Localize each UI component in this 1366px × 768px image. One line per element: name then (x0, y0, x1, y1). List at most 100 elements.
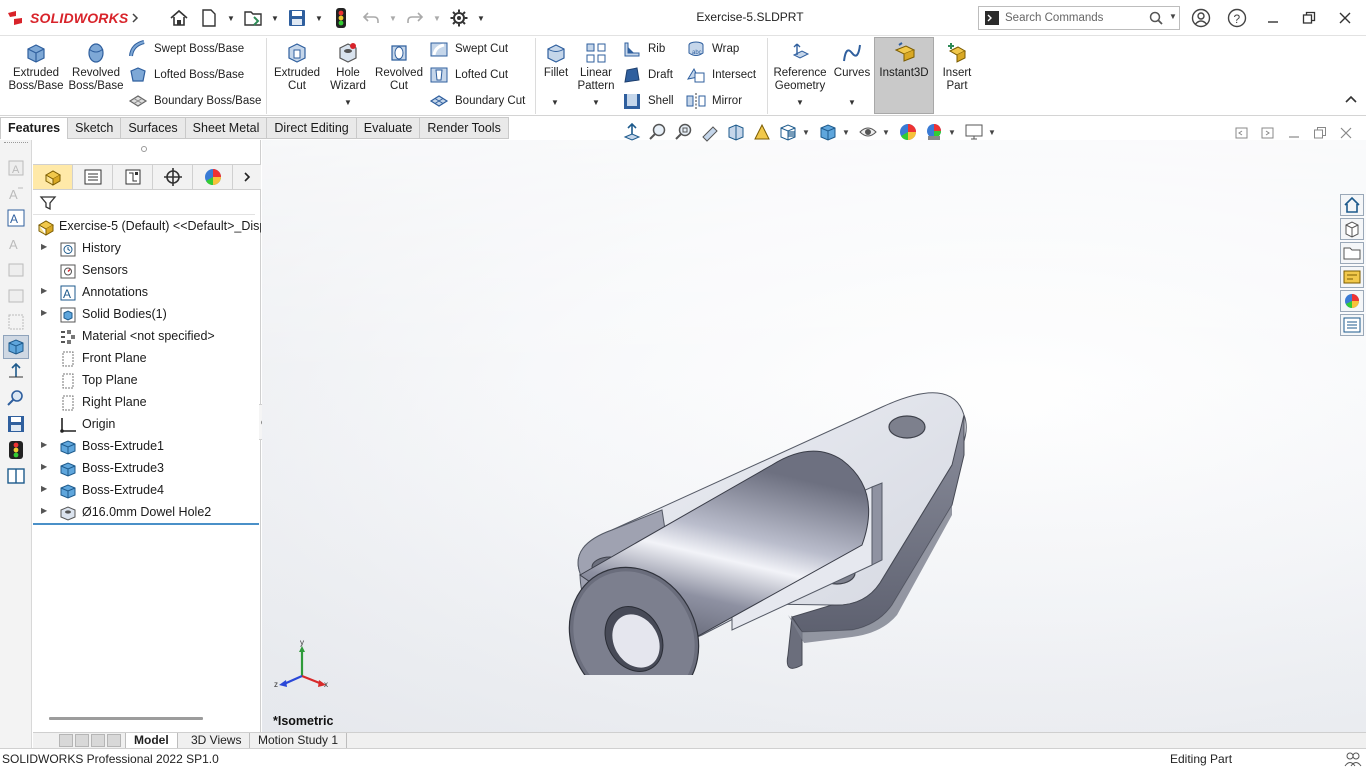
rollback-bar[interactable] (33, 523, 259, 525)
display-style-icon[interactable] (818, 122, 838, 142)
extruded-cut-button[interactable]: Extruded Cut (270, 39, 324, 93)
view-orientation-dropdown-icon[interactable]: ▼ (802, 128, 810, 137)
lofted-cut-button[interactable]: Lofted Cut (429, 63, 508, 87)
tab-featuremanager-tree[interactable] (33, 165, 73, 189)
zoom-view-icon[interactable] (6, 388, 26, 408)
dynamic-annotation-views-icon[interactable] (752, 122, 772, 142)
task-pane-appearances-icon[interactable] (1340, 290, 1364, 312)
new-dropdown-icon[interactable]: ▼ (227, 14, 235, 23)
options-dropdown-icon[interactable]: ▼ (477, 14, 485, 23)
undo-dropdown-icon[interactable]: ▼ (389, 14, 397, 23)
previous-window-icon[interactable] (1235, 126, 1249, 140)
home-icon[interactable] (168, 7, 190, 29)
restore-document-icon[interactable] (1313, 126, 1327, 140)
tab-sheet-metal[interactable]: Sheet Metal (185, 117, 268, 139)
tree-item-front-plane[interactable]: Front Plane (33, 348, 261, 370)
prev-tab-nav-icon[interactable] (75, 734, 89, 747)
section-view-icon[interactable] (726, 122, 746, 142)
first-tab-nav-icon[interactable] (59, 734, 73, 747)
zoom-to-fit-icon[interactable] (648, 122, 668, 142)
swept-boss-button[interactable]: Swept Boss/Base (128, 37, 244, 61)
revolved-boss-button[interactable]: Revolved Boss/Base (66, 39, 126, 93)
tree-item-boss-extrude1[interactable]: ▶ Boss-Extrude1 (33, 436, 261, 458)
task-pane-file-explorer-icon[interactable] (1340, 242, 1364, 264)
tab-evaluate[interactable]: Evaluate (356, 117, 421, 139)
collaboration-icon[interactable] (1344, 751, 1362, 767)
undo-icon[interactable] (360, 7, 382, 29)
restore-window-icon[interactable] (1296, 6, 1322, 30)
note-icon[interactable]: A (6, 184, 26, 204)
task-pane-custom-properties-icon[interactable] (1340, 314, 1364, 336)
minimize-document-icon[interactable] (1287, 126, 1301, 140)
tab-motion-study-1[interactable]: Motion Study 1 (250, 733, 348, 749)
swept-cut-button[interactable]: Swept Cut (429, 37, 508, 61)
normal-to-icon[interactable] (6, 362, 26, 382)
display-states-icon[interactable] (6, 440, 26, 460)
next-window-icon[interactable] (1261, 126, 1275, 140)
tree-item-origin[interactable]: Origin (33, 414, 261, 436)
help-icon[interactable]: ? (1224, 6, 1250, 30)
split-view-icon[interactable] (6, 466, 26, 486)
fillet-dropdown-icon[interactable]: ▼ (551, 98, 559, 107)
tree-item-top-plane[interactable]: Top Plane (33, 370, 261, 392)
redo-icon[interactable] (404, 7, 426, 29)
instant3d-button[interactable]: Instant3D (874, 37, 934, 114)
previous-view-icon[interactable] (700, 122, 720, 142)
tree-item-solid-bodies-1[interactable]: ▶ Solid Bodies(1) (33, 304, 261, 326)
tab-3d-views[interactable]: 3D Views (183, 733, 251, 749)
expand-arrow-icon[interactable]: ▶ (41, 308, 47, 317)
surface-finish-icon[interactable]: A (6, 234, 26, 254)
3d-model-bracket[interactable] (552, 315, 1012, 675)
draft-button[interactable]: Draft (622, 63, 673, 87)
apply-scene-dropdown-icon[interactable]: ▼ (948, 128, 956, 137)
revolved-cut-button[interactable]: Revolved Cut (372, 39, 426, 93)
save-dropdown-icon[interactable]: ▼ (315, 14, 323, 23)
graphics-area[interactable]: y x z *Isometric (262, 127, 1366, 732)
horizontal-scrollbar[interactable] (49, 717, 203, 720)
tab-dimxpert-manager[interactable] (153, 165, 193, 189)
rib-button[interactable]: Rib (622, 37, 665, 61)
task-pane-design-library-icon[interactable] (1340, 218, 1364, 240)
tree-item-right-plane[interactable]: Right Plane (33, 392, 261, 414)
task-pane-home-icon[interactable] (1340, 194, 1364, 216)
hole-wizard-dropdown-icon[interactable]: ▼ (344, 98, 352, 107)
mirror-button[interactable]: Mirror (686, 89, 742, 113)
user-account-icon[interactable] (1188, 6, 1214, 30)
intersect-button[interactable]: Intersect (686, 63, 756, 87)
open-document-icon[interactable] (242, 7, 264, 29)
annotation-icon[interactable]: A (6, 208, 26, 228)
boundary-boss-button[interactable]: Boundary Boss/Base (128, 89, 261, 113)
view-cube-icon[interactable] (6, 337, 26, 357)
options-gear-icon[interactable] (448, 7, 470, 29)
boundary-cut-button[interactable]: Boundary Cut (429, 89, 525, 113)
extruded-boss-button[interactable]: Extruded Boss/Base (6, 39, 66, 93)
expand-arrow-icon[interactable]: ▶ (41, 462, 47, 471)
last-tab-nav-icon[interactable] (107, 734, 121, 747)
view-settings-dropdown-icon[interactable]: ▼ (988, 128, 996, 137)
weld-symbol-icon[interactable] (6, 260, 26, 280)
tree-item-history[interactable]: ▶ History (33, 238, 261, 260)
task-pane-view-palette-icon[interactable] (1340, 266, 1364, 288)
curves-dropdown-icon[interactable]: ▼ (848, 98, 856, 107)
edit-appearance-icon[interactable] (898, 122, 918, 142)
geometric-tolerance-icon[interactable] (6, 312, 26, 332)
view-orientation-normal-icon[interactable] (622, 122, 642, 142)
tree-item-material-not-specified[interactable]: Material <not specified> (33, 326, 261, 348)
hole-wizard-button[interactable]: Hole Wizard (324, 39, 372, 93)
tree-item-annotations[interactable]: ▶ A Annotations (33, 282, 261, 304)
tree-root-part[interactable]: Exercise-5 (Default) <<Default>_Displ (33, 216, 261, 238)
tree-item-sensors[interactable]: Sensors (33, 260, 261, 282)
fillet-button[interactable]: Fillet (538, 39, 574, 80)
display-style-dropdown-icon[interactable]: ▼ (842, 128, 850, 137)
view-orientation-icon[interactable] (778, 122, 798, 142)
datum-icon[interactable] (6, 286, 26, 306)
tab-model[interactable]: Model (125, 733, 178, 749)
tab-configuration-manager[interactable] (113, 165, 153, 189)
panel-grip-icon[interactable] (141, 146, 147, 152)
curves-button[interactable]: Curves (832, 39, 872, 80)
save-icon[interactable] (286, 7, 308, 29)
tree-item-boss-extrude3[interactable]: ▶ Boss-Extrude3 (33, 458, 261, 480)
linear-pattern-button[interactable]: Linear Pattern (574, 39, 618, 93)
reference-geometry-button[interactable]: Reference Geometry (770, 39, 830, 93)
search-commands-input[interactable]: Search Commands ▼ (978, 6, 1180, 30)
